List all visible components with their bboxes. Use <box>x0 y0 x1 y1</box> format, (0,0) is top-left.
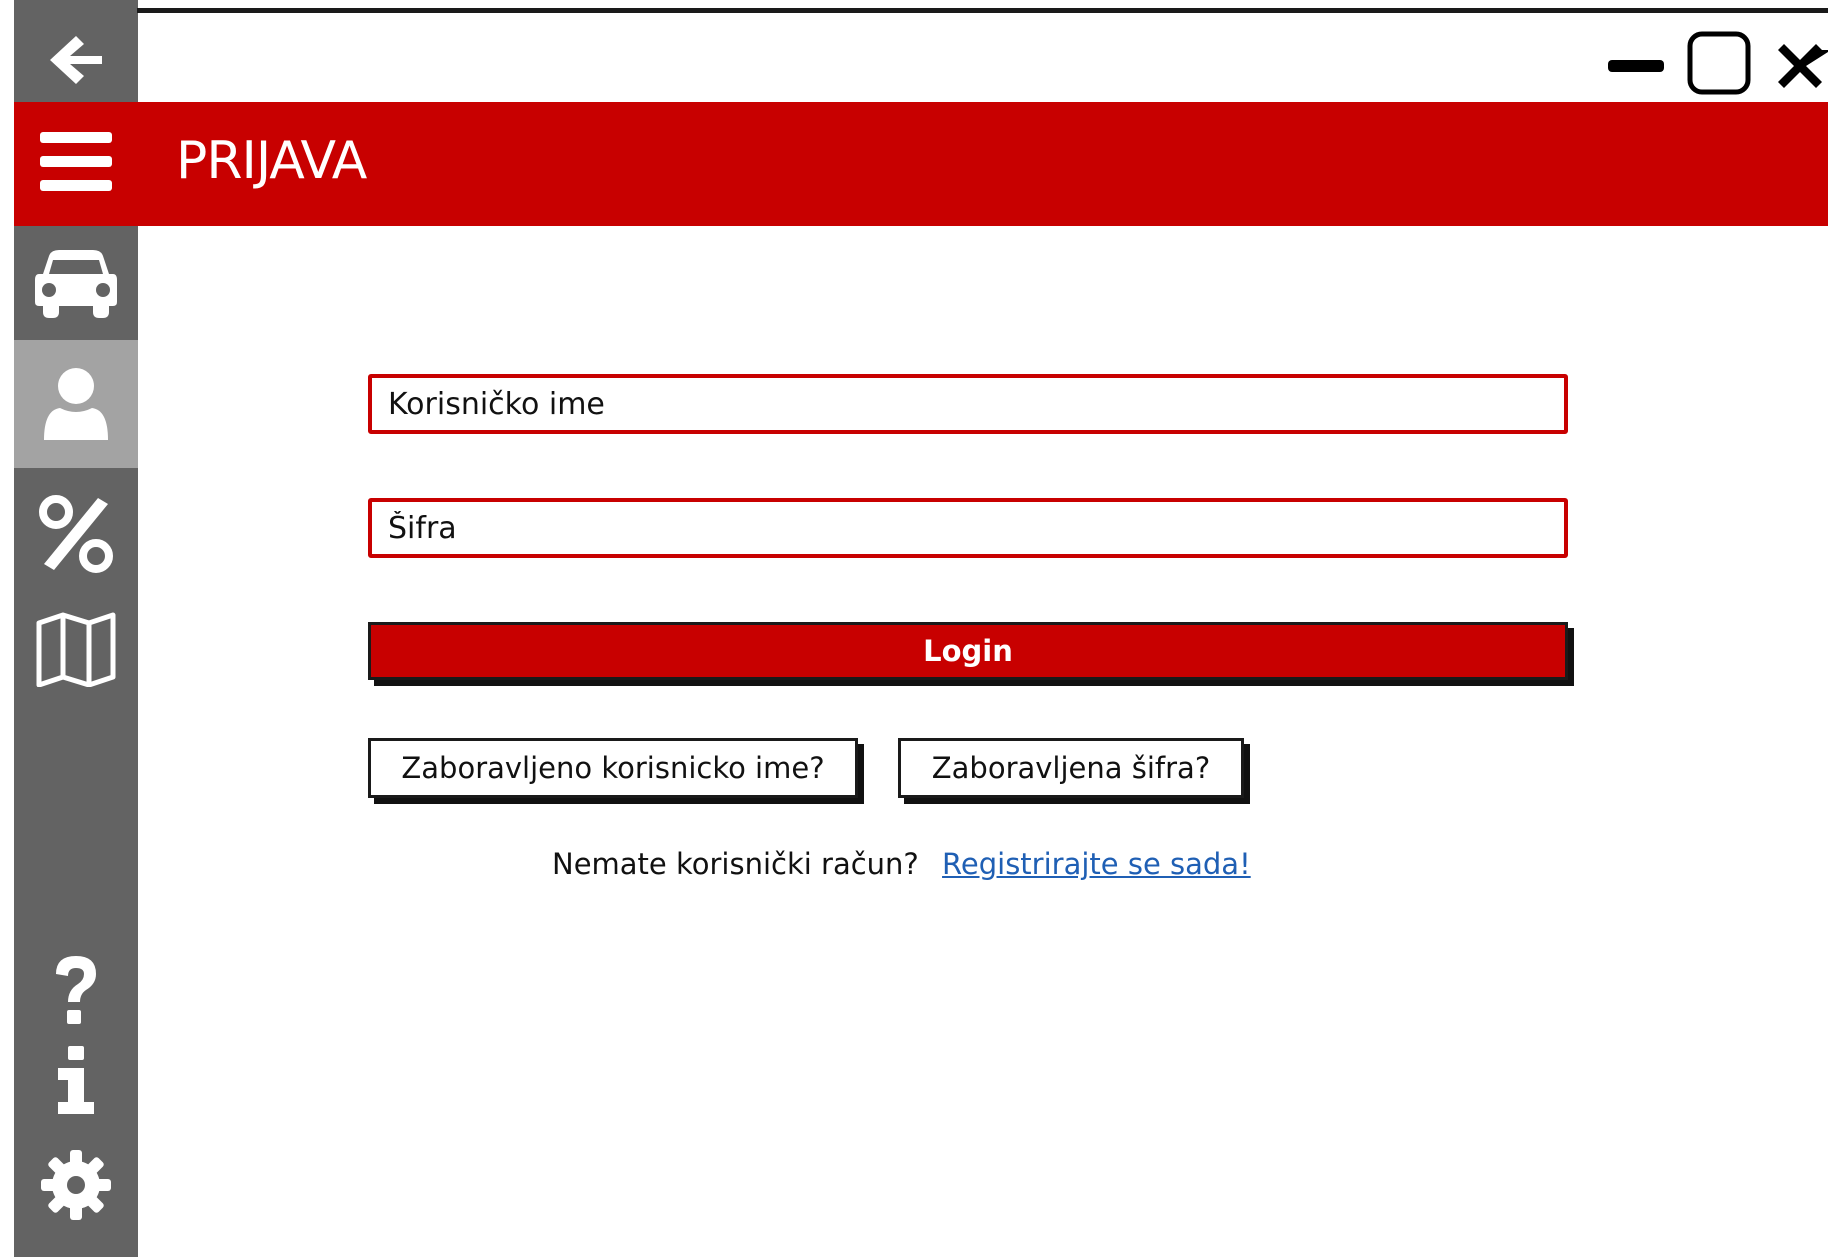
forgot-username-button[interactable]: Zaboravljeno korisnicko ime? <box>368 738 858 798</box>
maximize-icon[interactable] <box>1686 30 1752 96</box>
password-field[interactable] <box>368 498 1568 558</box>
register-link[interactable]: Registrirajte se sada! <box>942 847 1251 881</box>
question-icon <box>56 956 96 1024</box>
forgot-password-label: Zaboravljena šifra? <box>931 751 1211 785</box>
sidebar-item-settings[interactable] <box>14 1140 138 1230</box>
forgot-password-button[interactable]: Zaboravljena šifra? <box>898 738 1244 798</box>
info-icon <box>58 1046 94 1114</box>
no-account-text: Nemate korisnički račun? <box>552 847 919 881</box>
register-prompt: Nemate korisnički račun? Registrirajte s… <box>552 840 1251 888</box>
page-title: PRIJAVA <box>176 131 367 191</box>
sidebar-item-discounts[interactable] <box>14 484 138 584</box>
sidebar-item-user[interactable] <box>14 340 138 468</box>
map-icon <box>36 612 116 687</box>
username-input[interactable] <box>386 385 1550 423</box>
arrow-left-icon <box>50 36 102 84</box>
password-input[interactable] <box>386 509 1550 547</box>
login-button[interactable]: Login <box>368 622 1568 680</box>
close-icon[interactable] <box>1772 38 1828 94</box>
username-field[interactable] <box>368 374 1568 434</box>
car-icon <box>35 250 117 318</box>
menu-button[interactable] <box>38 128 114 196</box>
sidebar-item-map[interactable] <box>14 604 138 694</box>
window-top-border <box>137 8 1828 13</box>
back-button[interactable] <box>14 20 138 100</box>
login-button-label: Login <box>923 634 1013 668</box>
sidebar-item-vehicles[interactable] <box>14 228 138 340</box>
minimize-icon[interactable] <box>1606 52 1666 78</box>
app-window: PRIJAVA Korisničko ime Login Zaboravljen… <box>0 0 1828 1257</box>
percent-icon <box>39 495 113 573</box>
hamburger-icon <box>40 132 112 191</box>
user-icon <box>44 368 108 440</box>
sidebar-item-help[interactable] <box>14 950 138 1030</box>
sidebar-item-info[interactable] <box>14 1040 138 1120</box>
forgot-username-label: Zaboravljeno korisnicko ime? <box>401 751 825 785</box>
gear-icon <box>41 1150 111 1220</box>
